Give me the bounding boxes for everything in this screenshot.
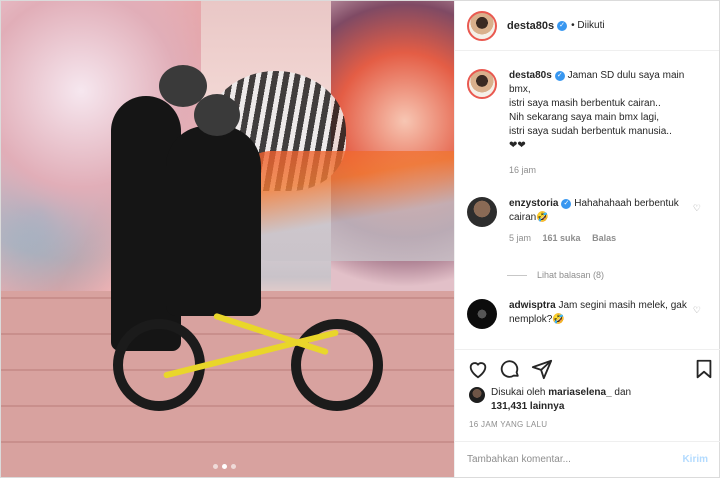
caption-hearts: ❤❤ — [509, 140, 526, 151]
caption-text: desta80s ✓ Jaman SD dulu saya main bmx, i… — [509, 69, 699, 153]
post-photo[interactable] — [1, 1, 454, 477]
comment-input[interactable]: Tambahkan komentar... — [467, 454, 571, 465]
comment-row: adwisptra Jam segini masih melek, gak ne… — [467, 299, 715, 329]
comment-text: enzystoria ✓ Hahahahaah berbentuk cairan🤣 — [509, 197, 699, 225]
comment-row: enzystoria ✓ Hahahahaah berbentuk cairan🤣… — [467, 197, 715, 243]
commenter-avatar[interactable] — [467, 197, 497, 227]
post-actions: Disukai oleh mariaselena_ dan 131,431 la… — [455, 349, 720, 477]
mural-graffiti — [241, 151, 454, 261]
view-replies[interactable]: Lihat balasan (8) — [507, 270, 604, 280]
likes-others[interactable]: lainnya — [527, 401, 564, 412]
likes-count[interactable]: 131,431 — [491, 401, 527, 412]
caption-line: istri saya sudah berbentuk manusia.. — [509, 126, 672, 137]
comments-list[interactable]: desta80s ✓ Jaman SD dulu saya main bmx, i… — [455, 59, 720, 347]
comment-meta: 5 jam 161 suka Balas — [509, 233, 699, 243]
likes-text: Disukai oleh mariaselena_ dan 131,431 la… — [491, 386, 631, 414]
caption-avatar[interactable] — [467, 69, 497, 99]
liker-avatar[interactable] — [469, 387, 485, 403]
carousel-dot[interactable] — [213, 464, 218, 469]
add-comment-bar: Tambahkan komentar... Kirim — [455, 441, 720, 477]
carousel-dots — [213, 464, 236, 469]
post-time-ago[interactable]: 16 JAM YANG LALU — [469, 420, 547, 429]
instagram-post-modal: desta80s ✓ • Diikuti desta80s ✓ Jaman SD … — [0, 0, 720, 478]
caption-time[interactable]: 16 jam — [509, 165, 536, 175]
verified-badge-icon: ✓ — [557, 20, 568, 31]
caption-username[interactable]: desta80s — [509, 70, 552, 81]
verified-badge-icon: ✓ — [554, 71, 565, 81]
author-username[interactable]: desta80s — [507, 20, 554, 32]
caption-meta: 16 jam — [509, 165, 699, 175]
caption-line: Jaman SD dulu saya main — [567, 70, 685, 81]
likes-prefix: Disukai oleh — [491, 387, 549, 398]
comment-time[interactable]: 5 jam — [509, 233, 531, 243]
reply-button[interactable]: Balas — [592, 233, 616, 243]
person-man — [166, 126, 261, 316]
like-heart-icon[interactable] — [467, 358, 489, 380]
post-sidebar: desta80s ✓ • Diikuti desta80s ✓ Jaman SD … — [454, 1, 720, 477]
comment-like-heart-icon[interactable]: ♡ — [693, 203, 701, 214]
carousel-dot[interactable] — [231, 464, 236, 469]
comment-body: adwisptra Jam segini masih melek, gak ne… — [509, 299, 699, 329]
comment-body: enzystoria ✓ Hahahahaah berbentuk cairan🤣… — [509, 197, 699, 243]
comment-bubble-icon[interactable] — [499, 358, 521, 380]
view-replies-label[interactable]: Lihat balasan (8) — [537, 270, 604, 280]
commenter-avatar[interactable] — [467, 299, 497, 329]
likes-summary: Disukai oleh mariaselena_ dan 131,431 la… — [469, 386, 631, 414]
commenter-username[interactable]: enzystoria — [509, 198, 558, 209]
action-icons — [467, 358, 715, 382]
caption-body: desta80s ✓ Jaman SD dulu saya main bmx, i… — [509, 69, 699, 175]
post-header: desta80s ✓ • Diikuti — [455, 1, 719, 51]
commenter-username[interactable]: adwisptra — [509, 300, 556, 311]
post-comment-button[interactable]: Kirim — [682, 454, 708, 465]
replies-line — [507, 274, 527, 276]
likes-and: dan — [611, 387, 632, 398]
helmet-man — [194, 94, 240, 136]
caption-row: desta80s ✓ Jaman SD dulu saya main bmx, i… — [467, 69, 715, 175]
author-avatar[interactable] — [467, 10, 497, 41]
caption-line: Nih sekarang saya main bmx lagi, — [509, 112, 660, 123]
comment-likes[interactable]: 161 suka — [543, 233, 581, 243]
verified-badge-icon: ✓ — [561, 199, 572, 209]
caption-line: bmx, — [509, 84, 531, 95]
liker-username[interactable]: mariaselena_ — [548, 387, 611, 398]
follow-status[interactable]: • Diikuti — [571, 20, 605, 31]
bookmark-icon[interactable] — [693, 358, 715, 380]
comment-like-heart-icon[interactable]: ♡ — [693, 305, 701, 316]
share-send-icon[interactable] — [531, 358, 553, 380]
carousel-dot-active[interactable] — [222, 464, 227, 469]
caption-line: istri saya masih berbentuk cairan.. — [509, 98, 661, 109]
comment-text: adwisptra Jam segini masih melek, gak ne… — [509, 299, 699, 327]
